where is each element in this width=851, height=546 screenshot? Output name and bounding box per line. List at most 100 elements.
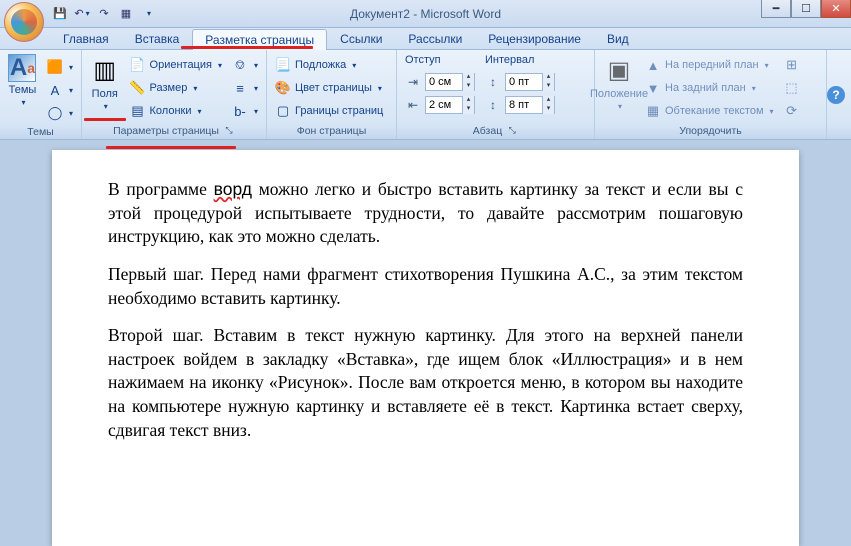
spin-up[interactable]: ▴ — [462, 96, 474, 105]
spin-up[interactable]: ▴ — [462, 73, 474, 82]
breaks-icon: ⎊ — [232, 57, 248, 73]
fonts-icon: A — [47, 82, 63, 98]
size-icon: 📏 — [130, 80, 146, 96]
indent-right-icon: ⇤ — [405, 97, 421, 113]
tab-review[interactable]: Рецензирование — [475, 28, 594, 49]
theme-fonts-button[interactable]: A▾ — [43, 79, 77, 101]
position-icon: ▣ — [603, 54, 635, 86]
tab-home[interactable]: Главная — [50, 28, 122, 49]
save-button[interactable]: 💾 — [50, 4, 70, 24]
text-wrap-button[interactable]: ▦Обтекание текстом▾ — [641, 100, 778, 122]
columns-button[interactable]: ▤Колонки▾ — [126, 100, 226, 122]
tab-references[interactable]: Ссылки — [327, 28, 395, 49]
group-objects-button[interactable]: ⬚ — [780, 77, 804, 99]
spelling-error[interactable]: ворд — [214, 179, 252, 199]
orientation-button[interactable]: 📄Ориентация▾ — [126, 54, 226, 76]
paragraph-2[interactable]: Первый шаг. Перед нами фрагмент стихотво… — [108, 263, 743, 310]
annotation-underline — [106, 146, 236, 149]
minimize-button[interactable]: ━ — [761, 0, 791, 18]
watermark-button[interactable]: 📃Подложка▾ — [271, 54, 387, 76]
group-label-page-setup: Параметры страницы⤡ — [86, 123, 262, 139]
spin-down[interactable]: ▾ — [462, 82, 474, 91]
indent-left-input[interactable] — [426, 76, 462, 88]
columns-icon: ▤ — [130, 103, 146, 119]
indent-left-spinner[interactable]: ▴▾ — [425, 73, 475, 91]
office-logo-icon — [11, 9, 37, 35]
tab-view[interactable]: Вид — [594, 28, 642, 49]
maximize-button[interactable]: ☐ — [791, 0, 821, 18]
rotate-button[interactable]: ⟳ — [780, 100, 804, 122]
grid-icon: ▦ — [121, 7, 131, 20]
close-button[interactable]: ✕ — [821, 0, 851, 18]
annotation-underline — [84, 118, 126, 121]
chevron-down-icon: ▾ — [193, 84, 197, 93]
qat-extra-button[interactable]: ▦ — [116, 4, 136, 24]
office-button[interactable] — [4, 2, 44, 42]
spin-down[interactable]: ▾ — [462, 105, 474, 114]
page-setup-launcher[interactable]: ⤡ — [223, 125, 235, 137]
indent-right-spinner[interactable]: ▴▾ — [425, 96, 475, 114]
watermark-icon: 📃 — [275, 57, 291, 73]
chevron-down-icon: ▾ — [198, 107, 202, 116]
spin-up[interactable]: ▴ — [542, 96, 554, 105]
redo-button[interactable]: ↷ — [94, 4, 114, 24]
spacing-after-input[interactable] — [506, 99, 542, 111]
hyphenation-button[interactable]: b-▾ — [228, 100, 262, 122]
paragraph-1[interactable]: В программе ворд можно легко и быстро вс… — [108, 178, 743, 249]
bring-front-button[interactable]: ▲На передний план▾ — [641, 54, 778, 76]
send-back-button[interactable]: ▼На задний план▾ — [641, 77, 778, 99]
page[interactable]: В программе ворд можно легко и быстро вс… — [52, 150, 799, 546]
theme-effects-button[interactable]: ◯▾ — [43, 102, 77, 124]
chevron-down-icon: ▾ — [218, 61, 222, 70]
save-icon: 💾 — [53, 7, 67, 20]
indent-left-icon: ⇥ — [405, 74, 421, 90]
page-borders-icon: ▢ — [275, 103, 291, 119]
position-label: Положение▾ — [590, 88, 648, 112]
orientation-icon: 📄 — [130, 57, 146, 73]
group-page-background: 📃Подложка▾ 🎨Цвет страницы▾ ▢Границы стра… — [267, 50, 397, 139]
breaks-button[interactable]: ⎊▾ — [228, 54, 262, 76]
margins-icon: ▥ — [89, 54, 121, 86]
spacing-after-spinner[interactable]: ▴▾ — [505, 96, 555, 114]
align-button[interactable]: ⊞ — [780, 54, 804, 76]
colors-icon: 🟧 — [47, 59, 63, 75]
spin-down[interactable]: ▾ — [542, 82, 554, 91]
themes-icon: Aa — [8, 54, 36, 82]
tab-mailings[interactable]: Рассылки — [395, 28, 475, 49]
undo-button[interactable]: ↶▾ — [72, 4, 92, 24]
group-paragraph: Отступ ⇥ ▴▾ ⇤ ▴▾ Интервал ↕ ▴▾ ↕ ▴▾ — [397, 50, 595, 139]
help-button[interactable]: ? — [827, 86, 845, 104]
chevron-down-icon: ▾ — [770, 107, 774, 116]
spacing-label: Интервал — [485, 54, 555, 70]
theme-colors-button[interactable]: 🟧▾ — [43, 56, 77, 78]
paragraph-3[interactable]: Второй шаг. Вставим в текст нужную карти… — [108, 324, 743, 442]
group-label-page-bg: Фон страницы — [271, 123, 392, 139]
spacing-before-input[interactable] — [506, 76, 542, 88]
themes-button[interactable]: Aa Темы▾ — [4, 52, 41, 110]
indent-right-row: ⇤ ▴▾ — [405, 94, 475, 116]
indent-label: Отступ — [405, 54, 475, 70]
paragraph-launcher[interactable]: ⤡ — [506, 125, 518, 137]
page-borders-button[interactable]: ▢Границы страниц — [271, 100, 387, 122]
titlebar: 💾 ↶▾ ↷ ▦ ▾ Документ2 - Microsoft Word ━ … — [0, 0, 851, 28]
redo-icon: ↷ — [99, 7, 108, 20]
indent-right-input[interactable] — [426, 99, 462, 111]
bring-front-icon: ▲ — [645, 57, 661, 73]
send-back-icon: ▼ — [645, 80, 661, 96]
line-numbers-icon: ≡ — [232, 80, 248, 96]
text-wrap-icon: ▦ — [645, 103, 661, 119]
line-numbers-button[interactable]: ≡▾ — [228, 77, 262, 99]
group-label-paragraph: Абзац⤡ — [401, 123, 590, 139]
spin-down[interactable]: ▾ — [542, 105, 554, 114]
spin-up[interactable]: ▴ — [542, 73, 554, 82]
position-button[interactable]: ▣ Положение▾ — [599, 52, 639, 114]
group-label-arrange: Упорядочить — [599, 123, 822, 139]
chevron-down-icon: ▾ — [69, 63, 73, 72]
page-color-button[interactable]: 🎨Цвет страницы▾ — [271, 77, 387, 99]
spacing-before-spinner[interactable]: ▴▾ — [505, 73, 555, 91]
margins-button[interactable]: ▥ Поля▾ — [86, 52, 124, 114]
indent-left-row: ⇥ ▴▾ — [405, 71, 475, 93]
qat-customize[interactable]: ▾ — [138, 4, 158, 24]
group-page-setup: ▥ Поля▾ 📄Ориентация▾ 📏Размер▾ ▤Колонки▾ … — [82, 50, 267, 139]
size-button[interactable]: 📏Размер▾ — [126, 77, 226, 99]
